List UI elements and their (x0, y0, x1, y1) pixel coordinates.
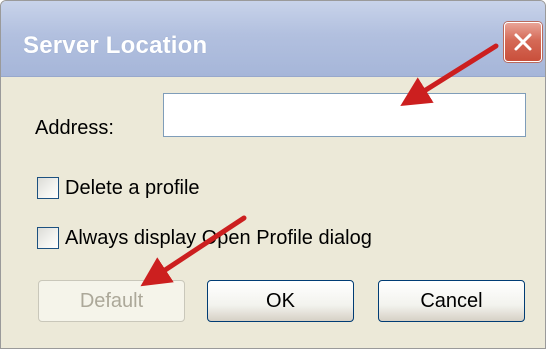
server-location-dialog: Server Location Address: Delete a profil… (0, 0, 546, 349)
dialog-title: Server Location (23, 32, 208, 59)
always-display-checkbox[interactable] (37, 227, 59, 249)
always-display-label: Always display Open Profile dialog (65, 226, 372, 249)
ok-button[interactable]: OK (207, 280, 354, 322)
cancel-button[interactable]: Cancel (378, 280, 525, 322)
delete-profile-option[interactable]: Delete a profile (37, 175, 200, 201)
title-bar[interactable]: Server Location (1, 1, 545, 77)
close-icon (514, 33, 532, 51)
always-display-option[interactable]: Always display Open Profile dialog (37, 225, 372, 251)
default-button[interactable]: Default (38, 280, 185, 322)
address-input[interactable] (163, 93, 526, 137)
delete-profile-checkbox[interactable] (37, 177, 59, 199)
address-label: Address: (35, 117, 114, 139)
delete-profile-label: Delete a profile (65, 176, 200, 199)
close-button[interactable] (504, 22, 542, 62)
